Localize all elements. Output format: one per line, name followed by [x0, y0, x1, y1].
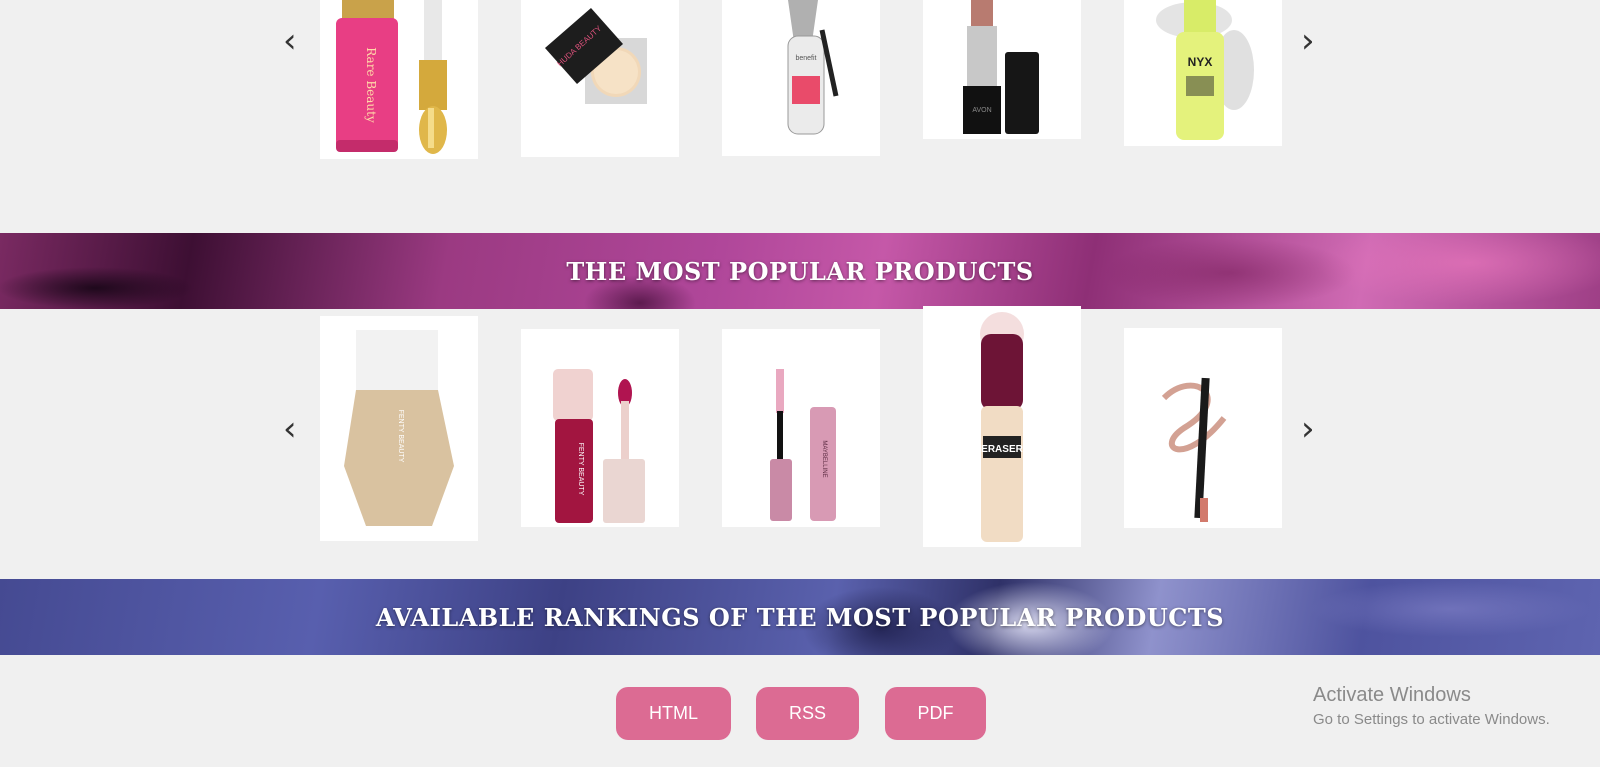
product-card-rare-beauty-blush[interactable]: Rare Beauty — [320, 0, 478, 159]
banner-title: AVAILABLE RANKINGS OF THE MOST POPULAR P… — [375, 602, 1225, 632]
svg-text:benefit: benefit — [795, 55, 816, 62]
svg-text:Rare Beauty: Rare Beauty — [364, 47, 378, 123]
rss-format-button[interactable]: RSS — [756, 687, 859, 740]
lip-liner-image — [1161, 377, 1227, 522]
svg-text:FENTY BEAUTY: FENTY BEAUTY — [397, 410, 404, 463]
product-card-fenty-foundation[interactable]: FENTY BEAUTY — [320, 316, 478, 541]
product-card-nyx-primer[interactable]: NYX — [1124, 0, 1282, 146]
fenty-foundation-image: FENTY BEAUTY — [344, 330, 454, 526]
svg-text:MAYBELLINE: MAYBELLINE — [821, 440, 827, 477]
watermark-title: Activate Windows — [1313, 684, 1471, 706]
maybelline-eraser-image: ERASER — [980, 312, 1024, 542]
fenty-gloss-image: FENTY BEAUTY — [553, 369, 645, 523]
pdf-format-button[interactable]: PDF — [885, 687, 986, 740]
popular-products-banner: THE MOST POPULAR PRODUCTS — [0, 233, 1600, 309]
carousel-next-arrow-icon[interactable]: › — [1301, 24, 1315, 58]
product-card-lip-liner[interactable] — [1124, 328, 1282, 528]
svg-text:AVON: AVON — [972, 107, 991, 114]
nyx-primer-image: NYX — [1156, 0, 1254, 140]
product-card-maybelline-mascara[interactable]: MAYBELLINE — [722, 329, 880, 527]
html-format-button[interactable]: HTML — [616, 687, 731, 740]
popular-product-carousel: ‹ FENTY BEAUTY FENTY BEAUTY MAYBELLINE E… — [0, 306, 1600, 549]
rare-beauty-blush-image: Rare Beauty — [336, 0, 447, 154]
carousel-prev-arrow-icon[interactable]: ‹ — [283, 24, 297, 58]
svg-text:FENTY BEAUTY: FENTY BEAUTY — [577, 443, 584, 496]
product-card-benefit-brow[interactable]: benefit — [722, 0, 880, 156]
top-product-carousel: ‹ Rare Beauty HUDA BEAUTY benefit AVON N… — [0, 0, 1600, 160]
activate-windows-watermark: Activate Windows Go to Settings to activ… — [1313, 684, 1550, 728]
product-card-avon-lipstick[interactable]: AVON — [923, 0, 1081, 139]
watermark-subtitle: Go to Settings to activate Windows. — [1313, 711, 1550, 728]
product-card-fenty-gloss[interactable]: FENTY BEAUTY — [521, 329, 679, 527]
banner-title: THE MOST POPULAR PRODUCTS — [566, 256, 1034, 286]
svg-text:ERASER: ERASER — [981, 444, 1023, 455]
carousel-prev-arrow-icon[interactable]: ‹ — [283, 412, 297, 446]
product-card-maybelline-eraser[interactable]: ERASER — [923, 306, 1081, 547]
carousel-next-arrow-icon[interactable]: › — [1301, 412, 1315, 446]
avon-lipstick-image: AVON — [963, 0, 1039, 134]
huda-powder-image: HUDA BEAUTY — [545, 8, 647, 104]
product-card-huda-powder[interactable]: HUDA BEAUTY — [521, 0, 679, 157]
benefit-brow-image: benefit — [787, 0, 839, 135]
svg-text:NYX: NYX — [1188, 55, 1213, 69]
rankings-banner: AVAILABLE RANKINGS OF THE MOST POPULAR P… — [0, 579, 1600, 655]
maybelline-mascara-image: MAYBELLINE — [770, 369, 836, 521]
